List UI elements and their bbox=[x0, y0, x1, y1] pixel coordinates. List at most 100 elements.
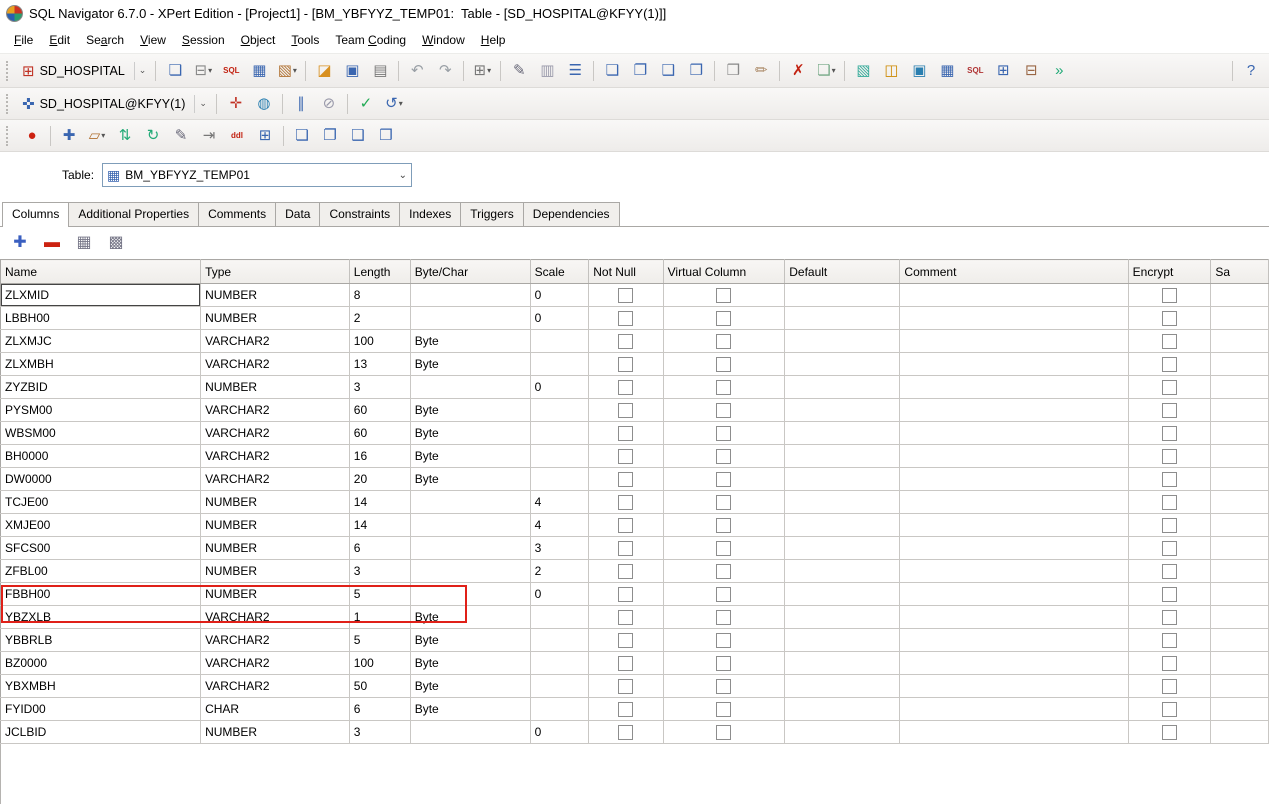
help-icon[interactable]: ? bbox=[1237, 58, 1265, 84]
type-cell[interactable]: VARCHAR2 bbox=[200, 398, 350, 422]
promote-object-icon[interactable]: ❑ bbox=[344, 123, 372, 149]
not-null-checkbox[interactable] bbox=[618, 402, 634, 418]
default-cell[interactable] bbox=[784, 467, 901, 491]
salt-cell[interactable] bbox=[1210, 628, 1269, 652]
salt-cell[interactable] bbox=[1210, 674, 1269, 698]
virtual-column-cell[interactable] bbox=[663, 306, 786, 330]
session-dropdown-icon[interactable]: ⌄ bbox=[133, 61, 146, 80]
virtual-column-checkbox[interactable] bbox=[716, 655, 732, 671]
encrypt-cell[interactable] bbox=[1128, 375, 1212, 399]
length-cell[interactable]: 3 bbox=[349, 720, 411, 744]
name-cell[interactable]: XMJE00 bbox=[0, 513, 202, 537]
salt-cell[interactable] bbox=[1210, 398, 1269, 422]
name-cell[interactable]: YBBRLB bbox=[0, 628, 202, 652]
copy-object-icon[interactable]: ❏ bbox=[598, 58, 626, 84]
table-row[interactable]: BH0000 VARCHAR2 16 Byte bbox=[0, 444, 1269, 468]
virtual-column-checkbox[interactable] bbox=[716, 609, 732, 625]
length-cell[interactable]: 16 bbox=[349, 444, 411, 468]
comment-cell[interactable] bbox=[899, 605, 1129, 629]
scale-cell[interactable] bbox=[530, 444, 590, 468]
not-null-checkbox[interactable] bbox=[618, 425, 634, 441]
virtual-column-cell[interactable] bbox=[663, 720, 786, 744]
salt-cell[interactable] bbox=[1210, 283, 1269, 307]
virtual-column-checkbox[interactable] bbox=[716, 517, 732, 533]
scale-cell[interactable]: 0 bbox=[530, 283, 590, 307]
tab-comments[interactable]: Comments bbox=[198, 202, 277, 226]
encrypt-cell[interactable] bbox=[1128, 306, 1212, 330]
type-cell[interactable]: VARCHAR2 bbox=[200, 467, 350, 491]
default-cell[interactable] bbox=[784, 536, 901, 560]
comment-cell[interactable] bbox=[899, 329, 1129, 353]
default-cell[interactable] bbox=[784, 674, 901, 698]
name-cell[interactable]: WBSM00 bbox=[0, 421, 202, 445]
salt-cell[interactable] bbox=[1210, 582, 1269, 606]
encrypt-checkbox[interactable] bbox=[1161, 609, 1177, 625]
column-header-byte-char[interactable]: Byte/Char bbox=[410, 259, 531, 284]
encrypt-checkbox[interactable] bbox=[1161, 333, 1177, 349]
sql-statement-icon[interactable]: SQL bbox=[217, 58, 245, 84]
virtual-column-checkbox[interactable] bbox=[716, 540, 732, 556]
salt-cell[interactable] bbox=[1210, 513, 1269, 537]
column-header-type[interactable]: Type bbox=[200, 259, 350, 284]
comment-cell[interactable] bbox=[899, 444, 1129, 468]
type-cell[interactable]: VARCHAR2 bbox=[200, 421, 350, 445]
test-connection-icon[interactable]: ✛ bbox=[222, 91, 250, 117]
fast-run-icon[interactable]: » bbox=[1045, 58, 1073, 84]
comment-cell[interactable] bbox=[899, 674, 1129, 698]
menu-item-session[interactable]: Session bbox=[174, 29, 233, 51]
name-cell[interactable]: BZ0000 bbox=[0, 651, 202, 675]
image-icon[interactable]: ▧ bbox=[849, 58, 877, 84]
virtual-column-cell[interactable] bbox=[663, 582, 786, 606]
type-cell[interactable]: NUMBER bbox=[200, 582, 350, 606]
not-null-checkbox[interactable] bbox=[618, 655, 634, 671]
virtual-column-cell[interactable] bbox=[663, 467, 786, 491]
column-header-default[interactable]: Default bbox=[784, 259, 901, 284]
virtual-column-checkbox[interactable] bbox=[716, 586, 732, 602]
not-null-checkbox[interactable] bbox=[618, 609, 634, 625]
type-cell[interactable]: NUMBER bbox=[200, 536, 350, 560]
menu-item-window[interactable]: Window bbox=[414, 29, 473, 51]
scale-cell[interactable]: 3 bbox=[530, 536, 590, 560]
encrypt-cell[interactable] bbox=[1128, 582, 1212, 606]
type-cell[interactable]: VARCHAR2 bbox=[200, 651, 350, 675]
object-compare-icon[interactable]: ⊟ bbox=[1017, 58, 1045, 84]
comment-cell[interactable] bbox=[899, 352, 1129, 376]
name-cell[interactable]: BH0000 bbox=[0, 444, 202, 468]
encrypt-checkbox[interactable] bbox=[1161, 402, 1177, 418]
default-cell[interactable] bbox=[784, 559, 901, 583]
scale-cell[interactable]: 4 bbox=[530, 513, 590, 537]
virtual-column-checkbox[interactable] bbox=[716, 356, 732, 372]
length-cell[interactable]: 14 bbox=[349, 513, 411, 537]
encrypt-checkbox[interactable] bbox=[1161, 310, 1177, 326]
not-null-cell[interactable] bbox=[588, 375, 664, 399]
table-row[interactable]: ZFBL00 NUMBER 3 2 bbox=[0, 559, 1269, 583]
virtual-column-checkbox[interactable] bbox=[716, 333, 732, 349]
add-column-icon[interactable]: ✚ bbox=[6, 230, 34, 256]
not-null-cell[interactable] bbox=[588, 536, 664, 560]
edit-object-icon[interactable]: ❒ bbox=[682, 58, 710, 84]
scale-cell[interactable]: 4 bbox=[530, 490, 590, 514]
scale-cell[interactable]: 0 bbox=[530, 375, 590, 399]
table-row[interactable]: YBZXLB VARCHAR2 1 Byte bbox=[0, 605, 1269, 629]
name-cell[interactable]: YBZXLB bbox=[0, 605, 202, 629]
combobox-dropdown-icon[interactable]: ⌄ bbox=[399, 170, 407, 181]
length-cell[interactable]: 20 bbox=[349, 467, 411, 491]
table-row[interactable]: ZLXMJC VARCHAR2 100 Byte bbox=[0, 329, 1269, 353]
virtual-column-checkbox[interactable] bbox=[716, 632, 732, 648]
length-cell[interactable]: 5 bbox=[349, 628, 411, 652]
rollback-dropdown-icon[interactable]: ↺ ▾ bbox=[380, 91, 408, 117]
not-null-cell[interactable] bbox=[588, 720, 664, 744]
web-publish-icon[interactable]: ◫ bbox=[877, 58, 905, 84]
default-cell[interactable] bbox=[784, 582, 901, 606]
comment-cell[interactable] bbox=[899, 467, 1129, 491]
table-row[interactable]: PYSM00 VARCHAR2 60 Byte bbox=[0, 398, 1269, 422]
data-grid-icon[interactable]: ▦ bbox=[245, 58, 273, 84]
scale-cell[interactable] bbox=[530, 651, 590, 675]
promote-object-icon[interactable]: ❑ bbox=[654, 58, 682, 84]
length-cell[interactable]: 100 bbox=[349, 329, 411, 353]
menu-item-help[interactable]: Help bbox=[473, 29, 514, 51]
byte-char-cell[interactable] bbox=[410, 582, 531, 606]
column-header-name[interactable]: Name bbox=[0, 259, 202, 284]
edit-sql-icon[interactable]: ✎ bbox=[167, 123, 195, 149]
refresh-icon[interactable]: ↻ bbox=[139, 123, 167, 149]
